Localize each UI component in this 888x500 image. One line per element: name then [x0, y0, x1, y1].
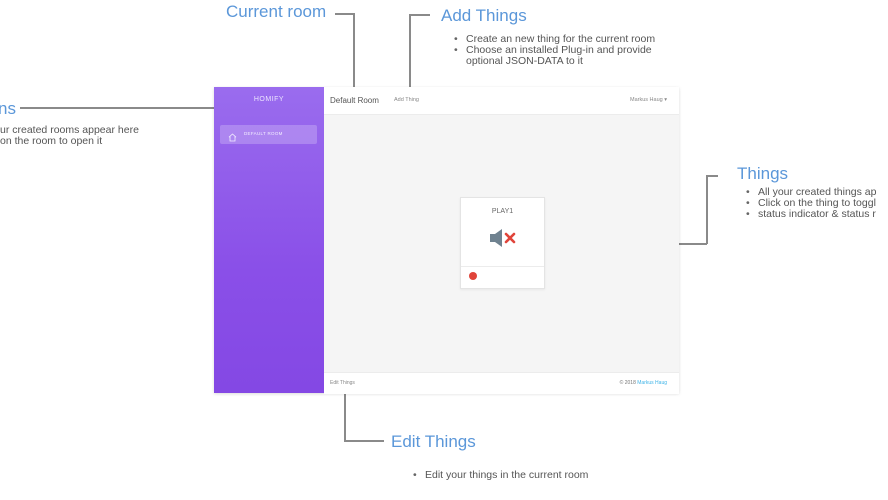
add-things-bullet-2-cont: optional JSON-DATA to it: [466, 55, 583, 67]
add-thing-link[interactable]: Add Thing: [394, 97, 419, 103]
sidebar-item-default-room[interactable]: DEFAULT ROOM: [220, 125, 317, 144]
connector-current-room-v: [353, 13, 355, 92]
app-screenshot: HOMIFY DEFAULT ROOM Default Room Add Thi…: [214, 87, 679, 394]
brand-logo[interactable]: HOMIFY: [214, 96, 324, 103]
rooms-annotation-title: ns: [0, 99, 16, 118]
things-annotation-list: All your created things ap Click on the …: [744, 187, 876, 221]
footer: Edit Things © 2018 Markus Haug: [324, 372, 679, 394]
add-things-annotation-title: Add Things: [441, 6, 527, 25]
add-things-annotation-list: Create an new thing for the current room…: [452, 34, 655, 67]
things-bullet-3: status indicator & status r: [744, 209, 876, 221]
user-name: Markus Haug: [629, 97, 663, 103]
sidebar-item-label: DEFAULT ROOM: [244, 131, 283, 136]
connector-things-top: [706, 175, 718, 177]
sidebar: HOMIFY DEFAULT ROOM: [214, 87, 324, 393]
user-menu[interactable]: Markus Haug ▾: [630, 97, 667, 103]
connector-add-things-v: [409, 14, 411, 92]
connector-edit-things-h: [344, 440, 384, 442]
rooms-line-2: on the room to open it: [0, 135, 103, 147]
current-room-annotation-title: Current room: [226, 2, 327, 21]
things-annotation-title: Things: [737, 164, 789, 183]
speaker-muted-icon: [489, 226, 517, 250]
connector-current-room-h: [335, 13, 354, 15]
edit-things-link[interactable]: Edit Things: [330, 380, 355, 386]
edit-things-annotation-title: Edit Things: [391, 432, 476, 451]
status-indicator: [469, 272, 477, 280]
connector-things-v: [706, 175, 708, 244]
current-room-title: Default Room: [330, 96, 379, 105]
card-divider: [461, 266, 544, 267]
connector-add-things-h: [410, 14, 430, 16]
home-icon: [228, 129, 237, 142]
copyright: © 2018 Markus Haug: [620, 380, 667, 386]
top-bar: Default Room Add Thing Markus Haug ▾: [324, 87, 679, 115]
copyright-prefix: © 2018: [619, 380, 636, 386]
connector-edit-things-v: [344, 393, 346, 441]
edit-things-annotation-list: Edit your things in the current room: [411, 470, 588, 482]
thing-name: PLAY1: [491, 208, 514, 215]
rooms-annotation-list: ur created rooms appear here on the room…: [0, 125, 139, 147]
thing-card[interactable]: PLAY1: [460, 197, 545, 289]
chevron-down-icon: ▾: [664, 97, 667, 103]
edit-things-bullet-1: Edit your things in the current room: [411, 470, 588, 482]
author-link[interactable]: Markus Haug: [637, 380, 667, 386]
